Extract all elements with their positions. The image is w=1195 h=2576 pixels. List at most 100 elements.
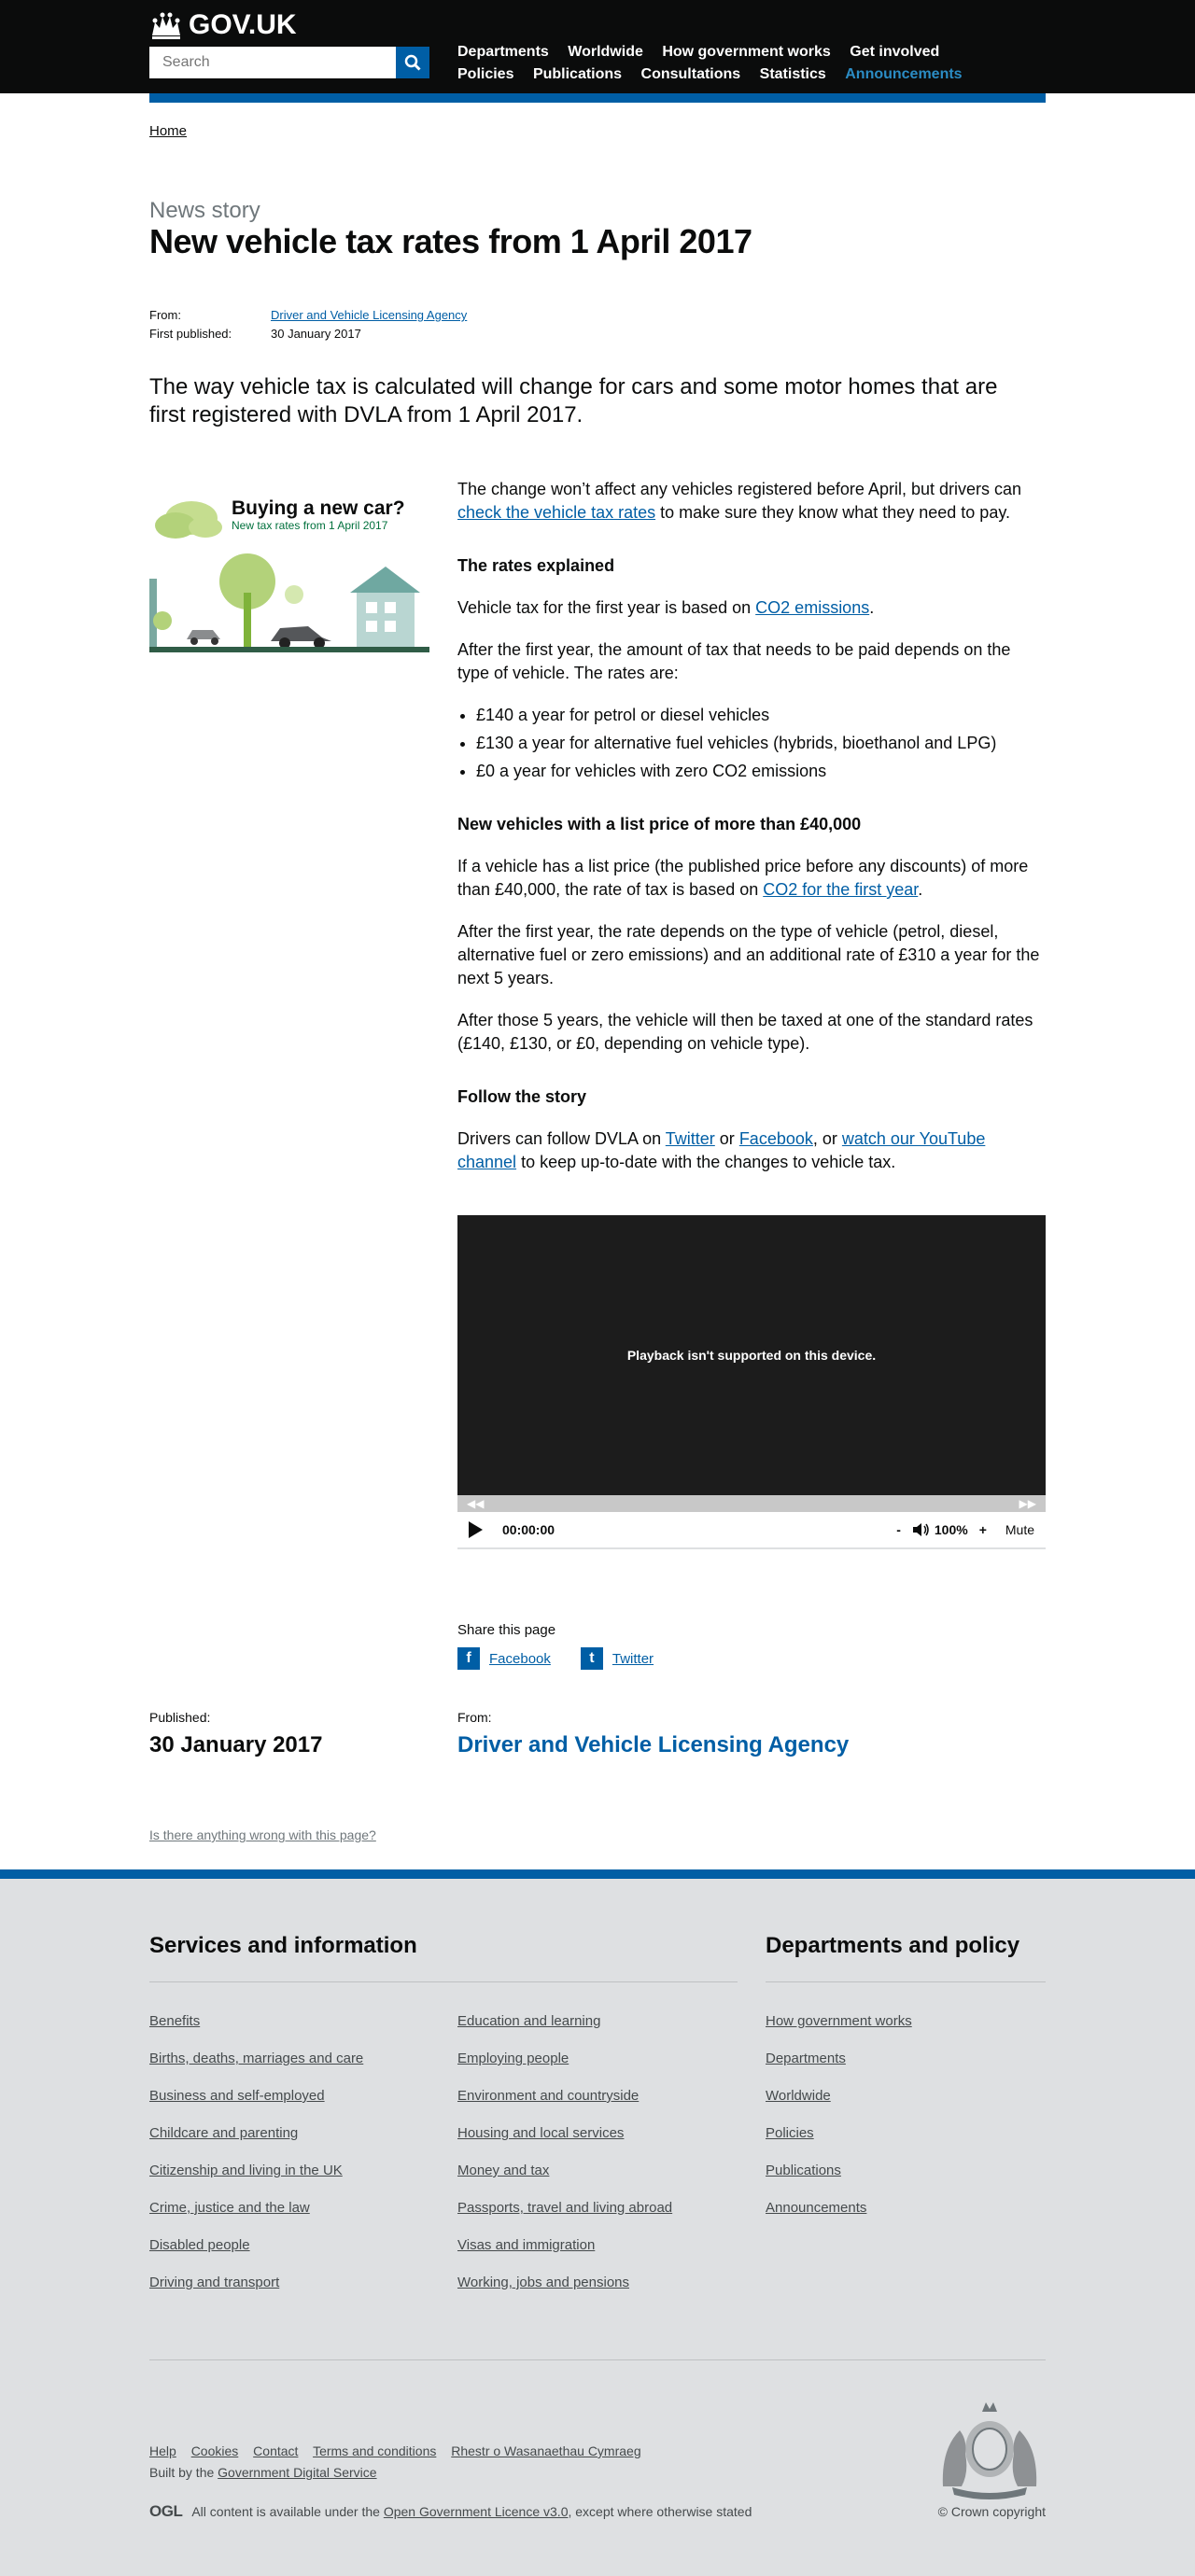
footer-link[interactable]: Visas and immigration — [457, 2237, 595, 2253]
share-facebook-link[interactable]: f Facebook — [457, 1647, 551, 1670]
nav-publications[interactable]: Publications — [533, 63, 622, 86]
article-image: Buying a new car? New tax rates from 1 A… — [149, 490, 429, 660]
welsh-services-link[interactable]: Rhestr o Wasanaethau Cymraeg — [451, 2443, 640, 2458]
cookies-link[interactable]: Cookies — [191, 2443, 239, 2458]
header-blue-bar — [149, 93, 1046, 103]
main-content: Home News story New vehicle tax rates fr… — [149, 103, 1046, 1857]
text: . — [869, 598, 875, 617]
facebook-link[interactable]: Facebook — [739, 1129, 813, 1148]
footer-separator — [149, 2359, 1046, 2360]
footer-link[interactable]: How government works — [766, 2013, 912, 2029]
nav-how-government-works[interactable]: How government works — [662, 41, 830, 63]
footer-link[interactable]: Publications — [766, 2163, 841, 2178]
metadata: From: Driver and Vehicle Licensing Agency… — [149, 306, 467, 343]
footer-link[interactable]: Citizenship and living in the UK — [149, 2163, 343, 2178]
video-controls: 00:00:00 - 100% + Mute — [457, 1512, 1046, 1549]
video-screen[interactable]: Playback isn't supported on this device. — [457, 1215, 1046, 1495]
footer-link[interactable]: Environment and countryside — [457, 2088, 639, 2104]
footer-link[interactable]: Disabled people — [149, 2237, 250, 2253]
nav-policies[interactable]: Policies — [457, 63, 513, 86]
contact-link[interactable]: Contact — [253, 2443, 298, 2458]
breadcrumb: Home — [149, 123, 187, 139]
footer-link[interactable]: Housing and local services — [457, 2125, 624, 2141]
playback-message: Playback isn't supported on this device. — [626, 1348, 877, 1363]
facebook-icon: f — [457, 1647, 480, 1670]
terms-link[interactable]: Terms and conditions — [313, 2443, 436, 2458]
footer-services-col1: Benefits Births, deaths, marriages and c… — [149, 2013, 363, 2312]
published-label: Published: — [149, 1710, 211, 1725]
share-facebook-label: Facebook — [489, 1650, 551, 1667]
footer-link[interactable]: Education and learning — [457, 2013, 600, 2029]
volume-up-button[interactable]: + — [979, 1522, 987, 1537]
from-block-organisation-link[interactable]: Driver and Vehicle Licensing Agency — [457, 1732, 849, 1757]
mute-button[interactable]: Mute — [1005, 1522, 1034, 1537]
from-block-label: From: — [457, 1710, 492, 1725]
help-link[interactable]: Help — [149, 2443, 176, 2458]
text: to make sure they know what they need to… — [655, 503, 1010, 522]
paragraph-after-first-year: After the first year, the amount of tax … — [457, 640, 1011, 682]
co2-first-year-link[interactable]: CO2 for the first year — [763, 880, 918, 899]
text: , except where otherwise stated — [568, 2504, 752, 2519]
footer-departments-heading: Departments and policy — [766, 1933, 1020, 1958]
footer-link[interactable]: Childcare and parenting — [149, 2125, 298, 2141]
breadcrumb-home[interactable]: Home — [149, 123, 187, 139]
text: Built by the — [149, 2465, 218, 2480]
ogl-logo: OGL — [149, 2502, 183, 2520]
footer-link[interactable]: Crime, justice and the law — [149, 2200, 310, 2216]
lead-paragraph: The way vehicle tax is calculated will c… — [149, 374, 998, 427]
check-vehicle-tax-rates-link[interactable]: check the vehicle tax rates — [457, 503, 655, 522]
footer-link[interactable]: Worldwide — [766, 2088, 831, 2104]
gds-link[interactable]: Government Digital Service — [218, 2465, 376, 2480]
volume-down-button[interactable]: - — [896, 1522, 901, 1537]
footer-link[interactable]: Benefits — [149, 2013, 200, 2029]
footer-link[interactable]: Passports, travel and living abroad — [457, 2200, 672, 2216]
nav-get-involved[interactable]: Get involved — [850, 41, 939, 63]
footer-link[interactable]: Employing people — [457, 2051, 569, 2066]
built-by: Built by the Government Digital Service — [149, 2465, 377, 2480]
footer-link[interactable]: Births, deaths, marriages and care — [149, 2051, 363, 2066]
footer-link[interactable]: Departments — [766, 2051, 846, 2066]
report-problem-link[interactable]: Is there anything wrong with this page? — [149, 1827, 376, 1842]
ogl-licence-link[interactable]: Open Government Licence v3.0 — [384, 2504, 569, 2519]
from-organisation-link[interactable]: Driver and Vehicle Licensing Agency — [271, 308, 467, 322]
first-published-date: 30 January 2017 — [271, 327, 361, 341]
footer-divider — [766, 1981, 1046, 1982]
footer-link[interactable]: Working, jobs and pensions — [457, 2275, 629, 2290]
footer-link[interactable]: Announcements — [766, 2200, 866, 2216]
article-body: The change won’t affect any vehicles reg… — [457, 478, 1046, 1193]
site-header: GOV.UK Departments Worldwide How governm… — [0, 0, 1195, 93]
footer-link[interactable]: Money and tax — [457, 2163, 549, 2178]
footer-link[interactable]: Policies — [766, 2125, 814, 2141]
text: All content is available under the — [191, 2504, 384, 2519]
paragraph-intro: The change won’t affect any vehicles reg… — [457, 478, 1046, 525]
co2-emissions-link[interactable]: CO2 emissions — [755, 598, 869, 617]
nav-departments[interactable]: Departments — [457, 41, 549, 63]
published-date: 30 January 2017 — [149, 1732, 323, 1757]
text: The change won’t affect any vehicles reg… — [457, 480, 1022, 498]
share-label: Share this page — [457, 1622, 556, 1638]
licence-notice: OGL All content is available under the O… — [149, 2502, 752, 2521]
play-icon[interactable] — [467, 1520, 484, 1539]
search-input[interactable] — [149, 47, 396, 78]
text: , or — [812, 1129, 842, 1148]
govuk-logo-link[interactable]: GOV.UK — [149, 9, 297, 41]
fast-forward-icon[interactable]: ▶▶ — [1019, 1497, 1036, 1510]
nav-announcements[interactable]: Announcements — [845, 63, 962, 86]
nav-statistics[interactable]: Statistics — [760, 63, 826, 86]
rewind-icon[interactable]: ◀◀ — [467, 1497, 484, 1510]
footer-link[interactable]: Business and self-employed — [149, 2088, 325, 2104]
video-progress-bar[interactable]: ◀◀ ▶▶ — [457, 1495, 1046, 1512]
text: to keep up-to-date with the changes to v… — [516, 1153, 896, 1171]
heading-follow-story: Follow the story — [457, 1087, 587, 1106]
royal-coat-of-arms-icon — [942, 2402, 1037, 2499]
share-twitter-link[interactable]: t Twitter — [580, 1647, 654, 1670]
text: or — [714, 1129, 739, 1148]
twitter-link[interactable]: Twitter — [666, 1129, 715, 1148]
document-type: News story — [149, 198, 260, 223]
text: If a vehicle has a list price (the publi… — [457, 857, 1029, 899]
nav-consultations[interactable]: Consultations — [641, 63, 741, 86]
list-item: £140 a year for petrol or diesel vehicle… — [476, 704, 1046, 727]
nav-worldwide[interactable]: Worldwide — [568, 41, 643, 63]
footer-link[interactable]: Driving and transport — [149, 2275, 279, 2290]
search-button[interactable] — [396, 47, 429, 78]
